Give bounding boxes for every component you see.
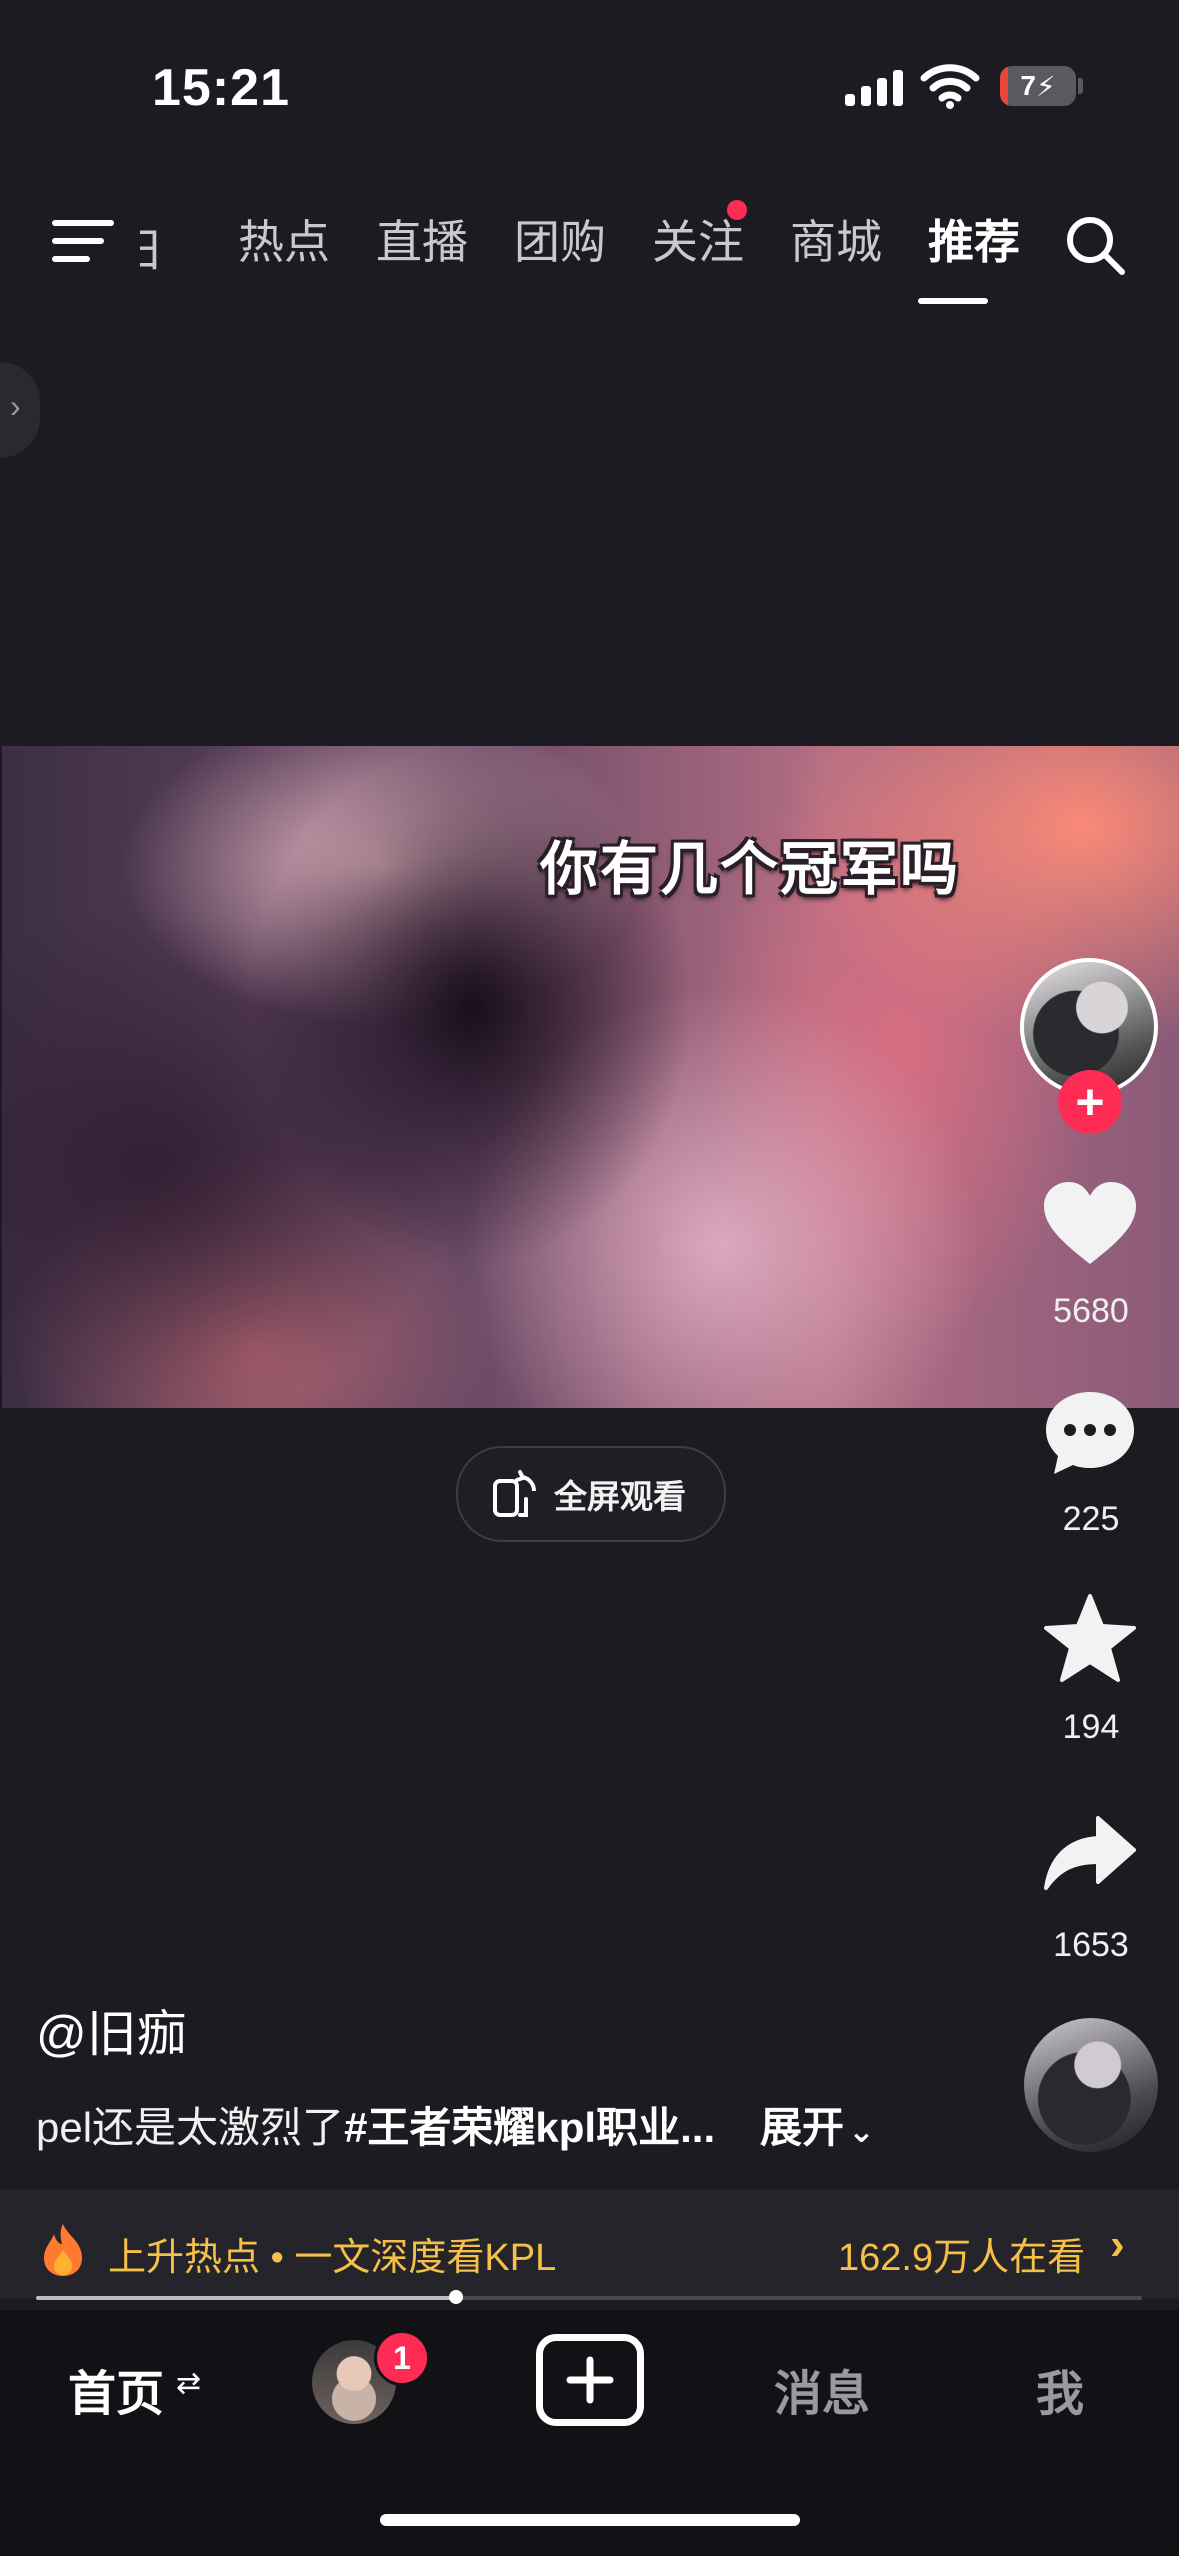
home-indicator — [380, 2514, 800, 2526]
hashtag-link[interactable]: #王者荣耀kpl职业... — [344, 2104, 715, 2151]
tab-following[interactable]: 关注 — [629, 210, 767, 274]
heart-icon[interactable] — [1042, 1180, 1138, 1270]
swap-icon: ⇄ — [176, 2367, 202, 2400]
cellular-signal-icon — [845, 66, 903, 106]
share-icon[interactable] — [1042, 1812, 1138, 1902]
author-name[interactable]: @旧痂 — [36, 1994, 187, 2066]
create-button[interactable] — [536, 2334, 644, 2426]
video-progress-thumb[interactable] — [449, 2290, 464, 2304]
music-disc[interactable] — [1024, 2018, 1158, 2152]
tab-home[interactable]: 首页 — [68, 2354, 164, 2424]
tab-hot[interactable]: 热点 — [215, 210, 353, 274]
tab-messages[interactable]: 消息 — [774, 2354, 870, 2424]
fullscreen-button[interactable]: 全屏观看 — [456, 1446, 726, 1542]
comment-icon[interactable] — [1042, 1388, 1138, 1478]
wifi-icon — [920, 64, 980, 109]
status-time: 15:21 — [152, 59, 290, 117]
friends-badge: 1 — [374, 2330, 430, 2386]
chevron-right-icon: › — [1110, 2220, 1125, 2269]
video-description[interactable]: pel还是太激烈了#王者荣耀kpl职业... — [36, 2094, 715, 2155]
favorite-count: 194 — [1062, 1708, 1120, 1746]
like-count: 5680 — [1053, 1292, 1129, 1330]
plus-icon — [566, 2356, 614, 2404]
following-unread-dot — [727, 200, 747, 220]
flame-icon — [44, 2224, 82, 2276]
share-count: 1653 — [1053, 1926, 1129, 1964]
tab-mall[interactable]: 商城 — [767, 210, 905, 274]
chevron-right-icon: › — [10, 388, 21, 424]
hot-topic-viewers: 162.9万人在看 — [838, 2237, 1086, 2279]
tab-live[interactable]: 直播 — [353, 210, 491, 274]
description-text: pel还是太激烈了 — [36, 2104, 345, 2151]
follow-button[interactable]: + — [1058, 1070, 1122, 1134]
fullscreen-label: 全屏观看 — [554, 1478, 686, 1515]
expand-label: 展开 — [760, 2104, 845, 2151]
battery-level: 7 — [1020, 70, 1036, 101]
battery-icon: 7 ⚡ — [1000, 66, 1076, 106]
rotate-screen-icon — [493, 1470, 537, 1517]
hot-topic-label: 上升热点 • 一文深度看KPL — [108, 2237, 557, 2279]
tab-partial[interactable]: 日 — [140, 214, 174, 274]
comment-count: 225 — [1062, 1500, 1120, 1538]
battery-nub — [1078, 78, 1083, 94]
tab-me[interactable]: 我 — [1036, 2354, 1084, 2424]
video-caption: 你有几个冠军吗 — [540, 837, 961, 902]
video-progress-fill — [36, 2296, 457, 2300]
tab-group-buy[interactable]: 团购 — [491, 210, 629, 274]
chevron-down-icon: ⌄ — [848, 2113, 875, 2149]
active-tab-indicator — [918, 298, 988, 304]
star-icon[interactable] — [1042, 1594, 1138, 1684]
expand-button[interactable]: 展开 ⌄ — [760, 2094, 875, 2155]
top-tab-bar: 热点 直播 团购 关注 商城 推荐 — [215, 210, 1043, 274]
search-icon[interactable] — [1064, 214, 1128, 278]
tab-recommended[interactable]: 推荐 — [905, 210, 1043, 274]
menu-icon[interactable] — [52, 218, 114, 268]
